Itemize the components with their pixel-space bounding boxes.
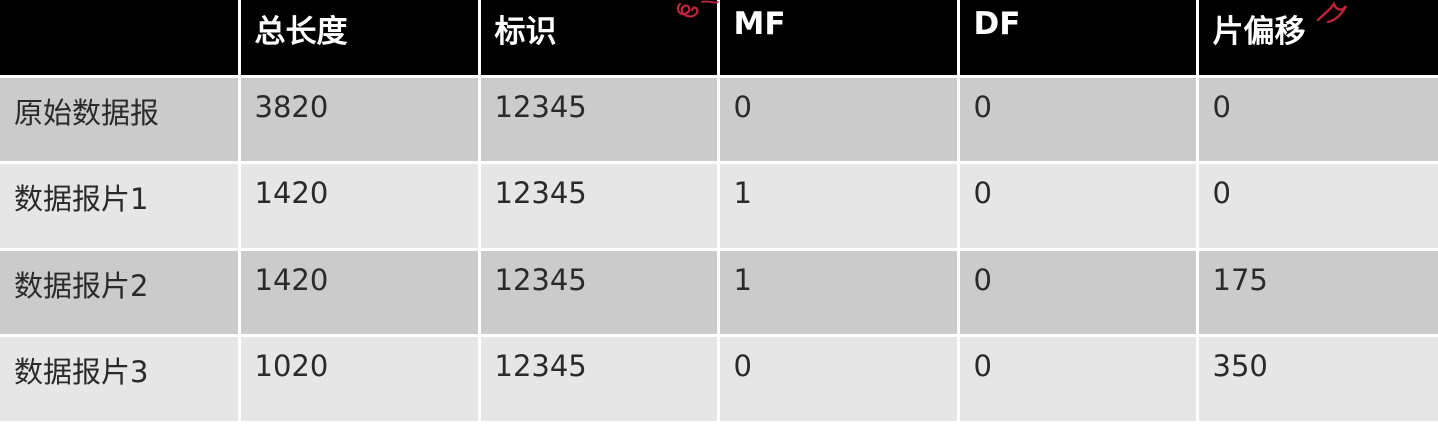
fragment-offset-cell: 0	[1197, 162, 1438, 251]
df-cell: 0	[958, 76, 1199, 165]
header-cell-fragment-offset: 片偏移	[1197, 0, 1438, 78]
row-label: 数据报片2	[0, 249, 241, 338]
table-row: 数据报片2 1420 12345 1 0 175	[0, 249, 1438, 338]
header-cell-total-length: 总长度	[239, 0, 481, 78]
table-row: 数据报片3 1020 12345 0 0 350	[0, 335, 1438, 424]
ip-fragmentation-table: 总长度 标识 MF DF 片偏移 原始数据报 3820 12345 0 0 0 …	[0, 0, 1438, 424]
row-label: 数据报片3	[0, 335, 241, 424]
header-cell-identification: 标识	[479, 0, 720, 78]
df-cell: 0	[958, 249, 1199, 338]
header-cell-df: DF	[958, 0, 1199, 78]
identification-cell: 12345	[479, 76, 720, 165]
table-header-row: 总长度 标识 MF DF 片偏移	[0, 0, 1438, 78]
mf-cell: 1	[718, 162, 960, 251]
fragment-offset-cell: 0	[1197, 76, 1438, 165]
df-cell: 0	[958, 162, 1199, 251]
row-label: 原始数据报	[0, 76, 241, 165]
total-length-cell: 1020	[239, 335, 481, 424]
df-cell: 0	[958, 335, 1199, 424]
identification-cell: 12345	[479, 162, 720, 251]
total-length-cell: 1420	[239, 162, 481, 251]
table-row: 数据报片1 1420 12345 1 0 0	[0, 162, 1438, 251]
table-row: 原始数据报 3820 12345 0 0 0	[0, 76, 1438, 165]
fragment-offset-cell: 350	[1197, 335, 1438, 424]
identification-cell: 12345	[479, 249, 720, 338]
header-cell-blank	[0, 0, 241, 78]
header-cell-mf: MF	[718, 0, 960, 78]
mf-cell: 0	[718, 76, 960, 165]
mf-cell: 0	[718, 335, 960, 424]
row-label: 数据报片1	[0, 162, 241, 251]
mf-cell: 1	[718, 249, 960, 338]
identification-cell: 12345	[479, 335, 720, 424]
fragment-offset-cell: 175	[1197, 249, 1438, 338]
total-length-cell: 3820	[239, 76, 481, 165]
total-length-cell: 1420	[239, 249, 481, 338]
